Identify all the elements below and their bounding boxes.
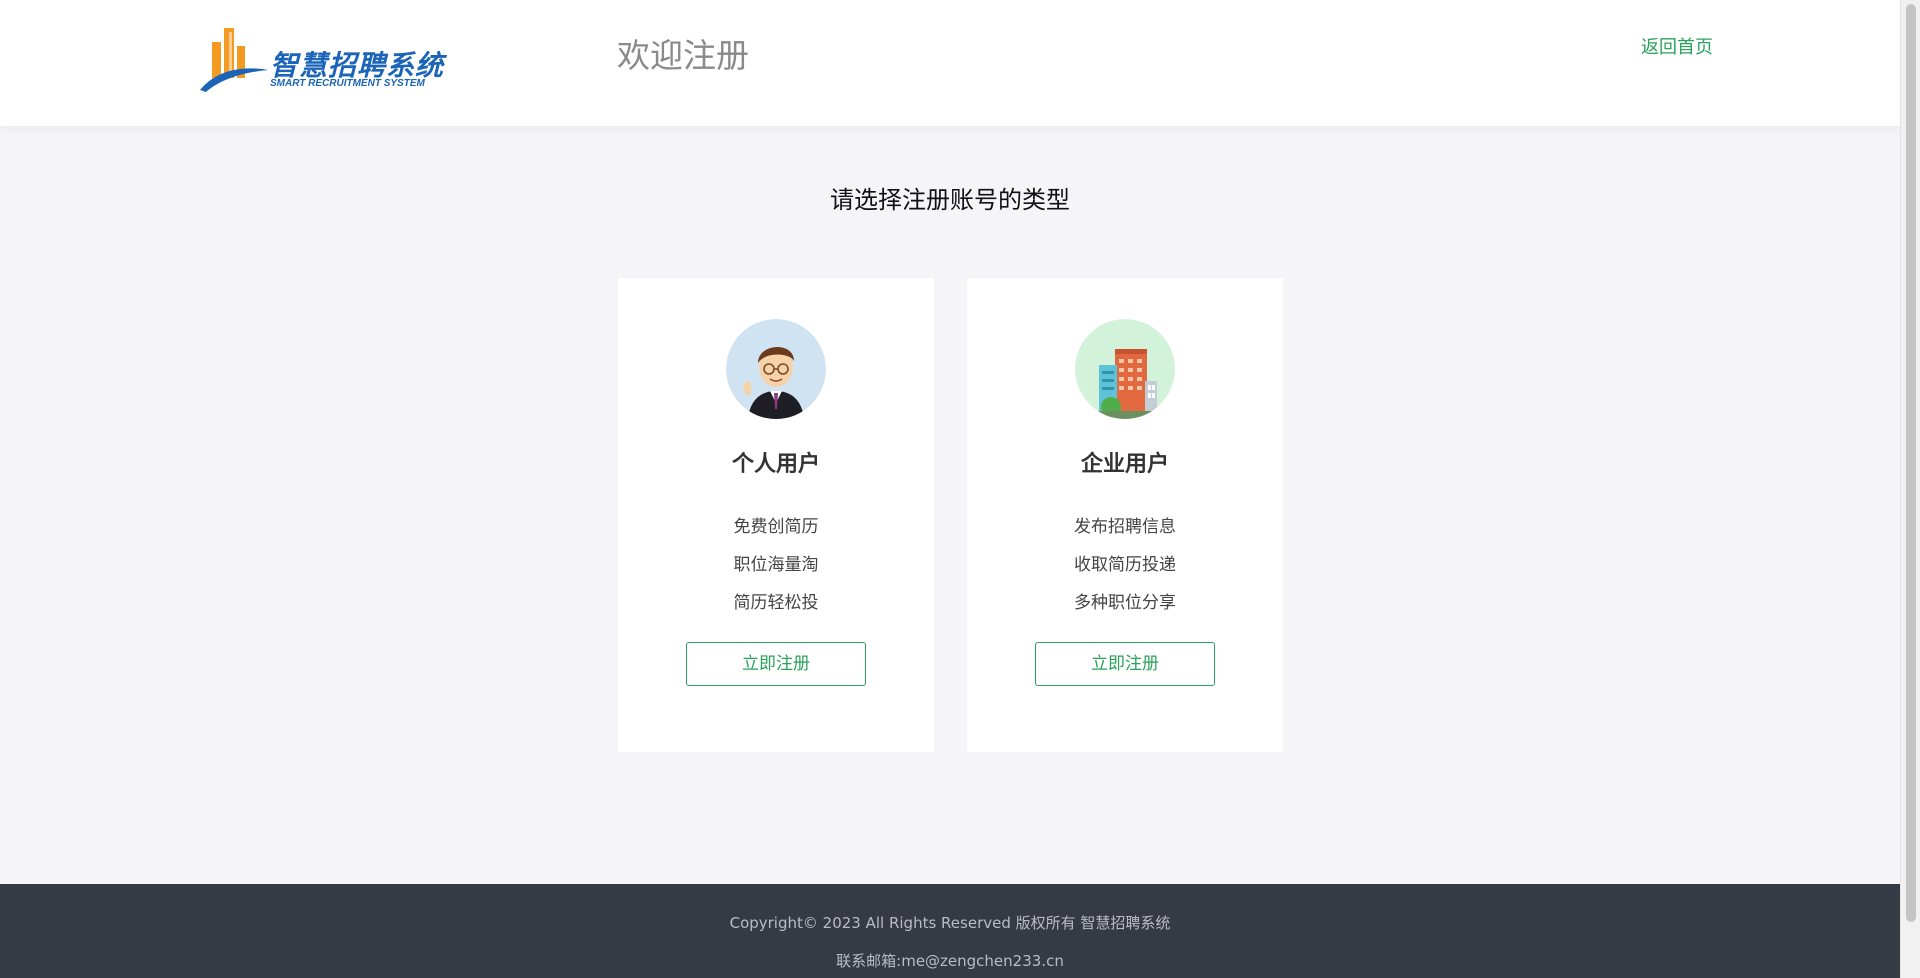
page-title: 请选择注册账号的类型 — [830, 186, 1070, 214]
company-register-button[interactable]: 立即注册 — [1035, 642, 1215, 686]
site-footer: Copyright© 2023 All Rights Reserved 版权所有… — [0, 884, 1900, 978]
scrollbar-thumb[interactable] — [1906, 4, 1916, 922]
company-user-card: 企业用户 发布招聘信息 收取简历投递 多种职位分享 立即注册 — [967, 278, 1283, 752]
feature-item: 职位海量淘 — [733, 555, 819, 575]
site-logo[interactable]: 智慧招聘系统 SMART RECRUITMENT SYSTEM — [198, 24, 458, 94]
office-building-icon — [1075, 319, 1175, 419]
logo-buildings-icon — [200, 28, 268, 92]
copyright-text: Copyright© 2023 All Rights Reserved 版权所有… — [729, 914, 1171, 932]
personal-user-card: 个人用户 免费创简历 职位海量淘 简历轻松投 立即注册 — [618, 278, 934, 752]
feature-item: 简历轻松投 — [733, 593, 819, 613]
feature-item: 多种职位分享 — [1074, 593, 1176, 613]
logo-text-en: SMART RECRUITMENT SYSTEM — [270, 78, 425, 89]
personal-register-button[interactable]: 立即注册 — [686, 642, 866, 686]
company-feature-list: 发布招聘信息 收取简历投递 多种职位分享 — [967, 508, 1283, 622]
personal-feature-list: 免费创简历 职位海量淘 简历轻松投 — [618, 508, 934, 622]
company-card-title: 企业用户 — [1080, 452, 1169, 477]
feature-item: 发布招聘信息 — [1074, 517, 1176, 537]
site-header: 智慧招聘系统 SMART RECRUITMENT SYSTEM 欢迎注册 返回首… — [0, 0, 1900, 126]
feature-item: 免费创简历 — [733, 517, 819, 537]
businessman-avatar-icon — [726, 319, 826, 419]
page-heading: 欢迎注册 — [617, 36, 749, 75]
page-scrollbar[interactable] — [1900, 0, 1920, 978]
personal-card-title: 个人用户 — [731, 452, 820, 477]
contact-email: 联系邮箱:me@zengchen233.cn — [836, 952, 1064, 970]
feature-item: 收取简历投递 — [1074, 555, 1176, 575]
home-link[interactable]: 返回首页 — [1641, 33, 1713, 59]
